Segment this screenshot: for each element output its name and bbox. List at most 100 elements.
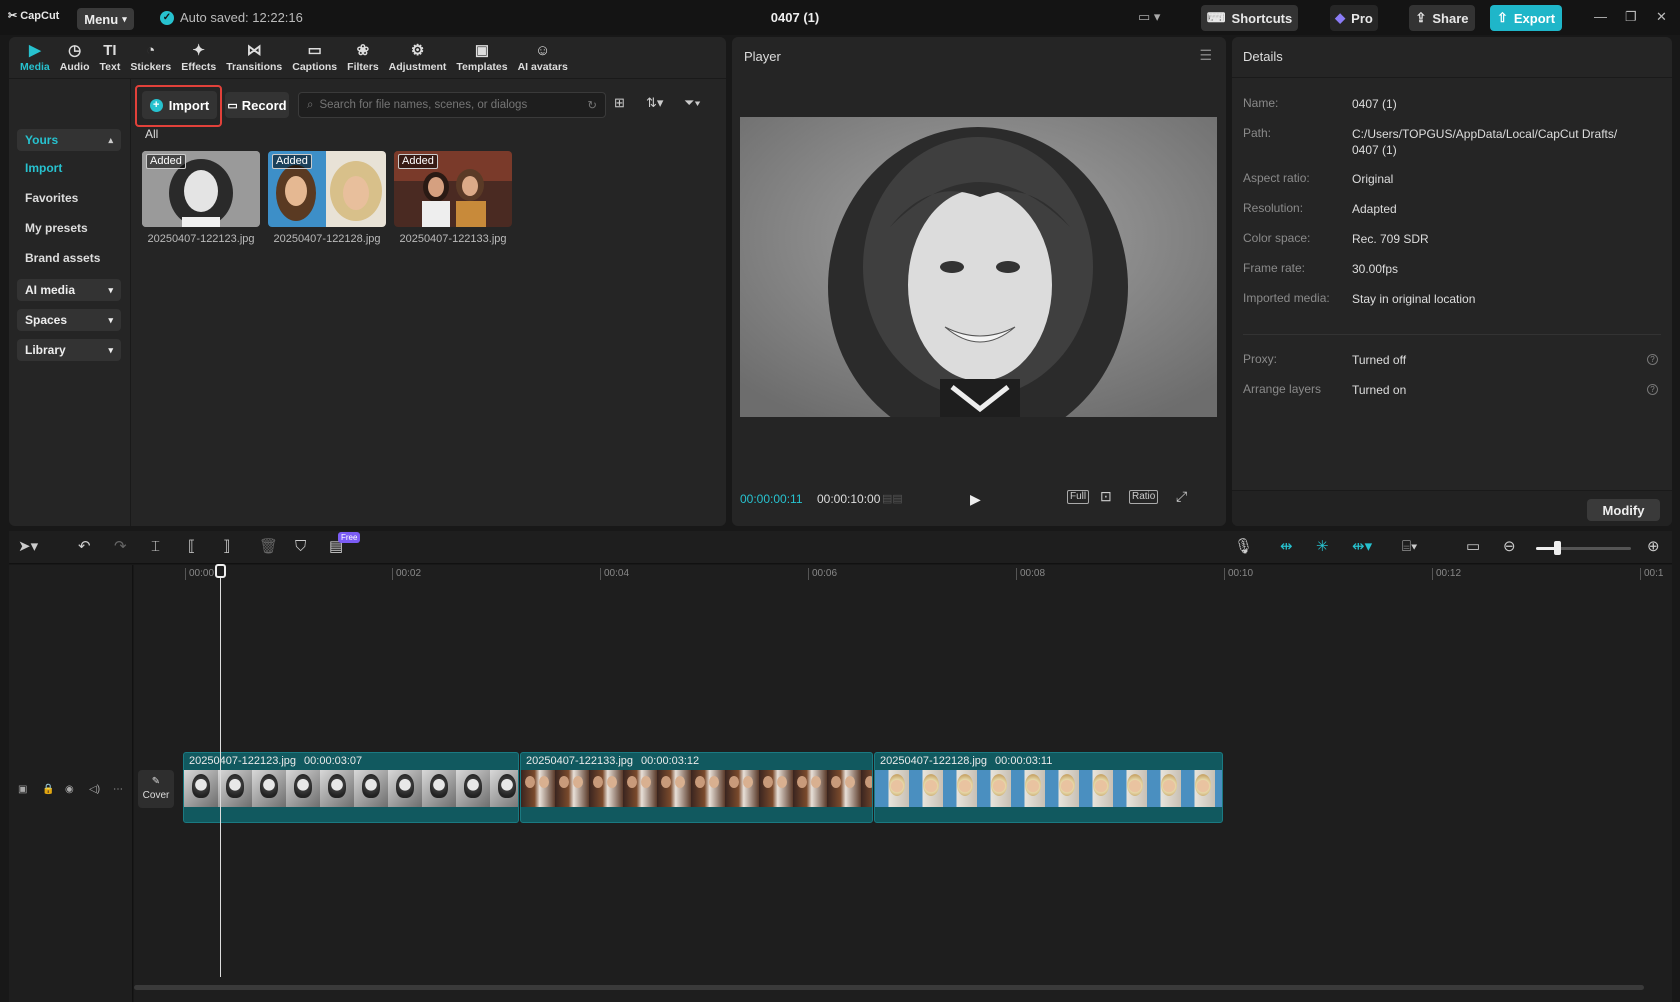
zoom-out-icon[interactable]: ⊖ [1503, 539, 1516, 555]
play-button[interactable]: ▶ [970, 491, 981, 508]
linkage-icon[interactable]: ⇹▾ [1352, 539, 1372, 555]
undo-icon[interactable]: ↶ [78, 539, 91, 555]
tab-adjustment[interactable]: ⚙ Adjustment [384, 37, 452, 79]
media-item-3[interactable]: Added [394, 151, 512, 227]
media-item-2[interactable]: Added [268, 151, 386, 227]
timeline-clip[interactable]: 20250407-122123.jpg 00:00:03:07 [183, 752, 519, 823]
detail-value: Original [1352, 172, 1394, 186]
total-timecode: 00:00:10:00 [817, 492, 881, 506]
delete-icon[interactable]: 🗑 [259, 539, 278, 555]
sidebar-group-ai-media[interactable]: AI media ▾ [17, 279, 121, 301]
timeline-clip[interactable]: 20250407-122133.jpg 00:00:03:12 [520, 752, 873, 823]
screen-icon[interactable]: ▭ [1466, 539, 1480, 555]
ratio-button[interactable]: Ratio [1129, 490, 1159, 504]
media-item-1[interactable]: Added [142, 151, 260, 227]
full-quality-button[interactable]: Full [1067, 490, 1090, 504]
tab-captions[interactable]: ▭ Captions [287, 37, 342, 79]
delete-left-icon[interactable]: ⟦ [188, 539, 195, 555]
close-icon[interactable]: ✕ [1656, 9, 1667, 25]
zoom-in-icon[interactable]: ⊕ [1647, 539, 1660, 555]
tab-text[interactable]: TI Text [95, 37, 126, 79]
sidebar-item-brand-assets[interactable]: Brand assets [25, 251, 100, 265]
diamond-icon: ◆ [1335, 10, 1346, 25]
tab-effects[interactable]: ✦ Effects [176, 37, 221, 79]
redo-icon[interactable]: ↷ [114, 539, 127, 555]
clip-name: 20250407-122128.jpg [880, 755, 988, 767]
delete-right-icon[interactable]: ⟧ [223, 539, 230, 555]
audio-icon: ◷ [68, 42, 82, 59]
more-icon[interactable]: ⋯ [113, 784, 123, 795]
detail-key: Aspect ratio: [1243, 171, 1310, 185]
templates-icon: ▣ [474, 42, 490, 59]
tab-media[interactable]: ▶ Media [15, 37, 55, 79]
eye-icon[interactable]: ◉ [65, 784, 74, 795]
title-bar: ✂ CapCut Menu ▾ ✓ Auto saved: 12:22:16 0407… [0, 0, 1680, 35]
sidebar-item-import[interactable]: Import [25, 161, 62, 175]
tab-stickers[interactable]: ◔ Stickers [125, 37, 176, 79]
detail-key: Color space: [1243, 231, 1311, 245]
restore-icon[interactable]: ❐ [1625, 9, 1637, 25]
tab-filters[interactable]: ❀ Filters [342, 37, 384, 79]
microphone-icon[interactable]: 🎙 [1234, 539, 1253, 555]
sort-icon[interactable]: ⇅▾ [646, 95, 663, 111]
hamburger-menu-icon[interactable]: ☰ [1199, 47, 1212, 64]
tab-transitions[interactable]: ⋈ Transitions [221, 37, 287, 79]
detail-value: Turned on [1352, 383, 1407, 397]
cover-label: Cover [142, 790, 170, 801]
shortcuts-button[interactable]: ⌨ Shortcuts [1201, 5, 1298, 31]
select-tool-icon[interactable]: ➤▾ [18, 539, 38, 555]
track-cover-toggle-icon[interactable]: ▣ [18, 784, 27, 795]
clip-header: 20250407-122123.jpg 00:00:03:07 [184, 753, 362, 769]
layout-icon[interactable]: ▭ ▾ [1138, 9, 1160, 25]
speaker-icon[interactable]: ◁) [89, 784, 100, 795]
help-icon[interactable]: ? [1647, 384, 1658, 395]
detail-value: 30.00fps [1352, 262, 1399, 276]
app-logo-text: CapCut [20, 9, 60, 22]
sidebar-group-yours[interactable]: Yours ▴ [17, 129, 121, 151]
clip-header: 20250407-122128.jpg 00:00:03:11 [875, 753, 1052, 769]
zoom-slider-handle[interactable] [1554, 541, 1561, 555]
split-icon[interactable]: ⌶ [151, 539, 160, 555]
playhead-line[interactable] [220, 565, 221, 977]
grid-view-icon[interactable]: ⊞ [614, 95, 625, 111]
tab-audio[interactable]: ◷ Audio [55, 37, 95, 79]
sidebar-group-spaces[interactable]: Spaces ▾ [17, 309, 121, 331]
record-button[interactable]: ▭ Record [225, 92, 289, 118]
refresh-icon[interactable]: ↻ [587, 98, 597, 112]
minimize-icon[interactable]: — [1594, 9, 1607, 24]
tab-ai-avatars[interactable]: ☺ AI avatars [513, 37, 573, 79]
player-title: Player [744, 49, 781, 64]
stickers-icon: ◔ [146, 42, 156, 59]
share-button[interactable]: ⇪ Share [1409, 5, 1475, 31]
sidebar-item-my-presets[interactable]: My presets [25, 221, 88, 235]
timeline-scrollbar[interactable] [134, 985, 1644, 990]
clip-header: 20250407-122133.jpg 00:00:03:12 [521, 753, 699, 769]
export-button[interactable]: ⇧ Export [1490, 5, 1562, 31]
detail-key: Path: [1243, 126, 1272, 140]
main-track-magnet-icon[interactable]: ⇹ [1280, 539, 1293, 555]
preview-canvas[interactable] [740, 117, 1217, 417]
pro-button[interactable]: ◆ Pro [1330, 5, 1378, 31]
tab-templates[interactable]: ▣ Templates [451, 37, 512, 79]
modify-button[interactable]: Modify [1587, 499, 1660, 521]
sidebar-item-favorites[interactable]: Favorites [25, 191, 78, 205]
import-button[interactable]: + Import [142, 91, 217, 119]
cover-button[interactable]: ✎ Cover [138, 770, 174, 808]
sidebar-group-library[interactable]: Library ▾ [17, 339, 121, 361]
timecode-grid-icon[interactable]: ▤▤ [882, 492, 903, 505]
zoom-preview-icon[interactable]: ⊡ [1100, 488, 1112, 505]
menu-button[interactable]: Menu ▾ [77, 8, 134, 30]
help-icon[interactable]: ? [1647, 354, 1658, 365]
auto-snap-icon[interactable]: ✳ [1316, 539, 1329, 555]
playhead-handle[interactable] [215, 564, 226, 578]
timeline-clip[interactable]: 20250407-122128.jpg 00:00:03:11 [874, 752, 1223, 823]
marker-icon[interactable]: ⛉ [295, 539, 306, 555]
filter-icon[interactable]: ⏷▾ [684, 95, 701, 111]
search-input[interactable] [319, 99, 582, 111]
fullscreen-icon[interactable]: ⤢ [1176, 488, 1187, 505]
effects-icon: ✦ [192, 42, 205, 59]
preview-axis-icon[interactable]: ⌸▾ [1402, 539, 1417, 555]
lock-icon[interactable]: 🔒 [42, 784, 54, 795]
tab-label: Media [20, 61, 50, 73]
chevron-down-icon: ▾ [108, 284, 113, 295]
